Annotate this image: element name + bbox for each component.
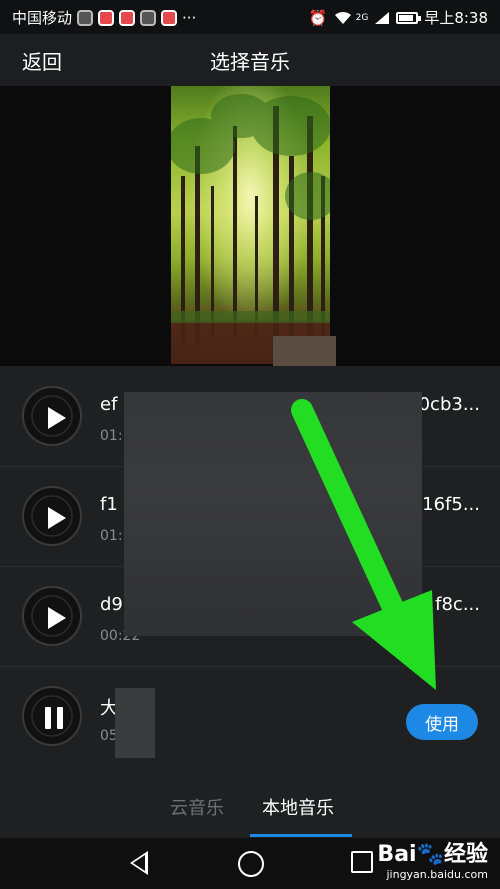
paw-icon: 🐾 (416, 842, 444, 867)
nav-recents-icon[interactable] (351, 851, 373, 873)
tab-cloud-music[interactable]: 云音乐 (170, 794, 224, 820)
app-icon (161, 9, 178, 26)
status-left: 中国移动 ··· (12, 7, 196, 28)
header: 返回 选择音乐 (0, 34, 500, 86)
active-tab-indicator (250, 834, 352, 837)
status-bar: 中国移动 ··· ⏰ 2G 早上8:38 (0, 0, 500, 34)
overlay-thumbnail (273, 336, 336, 366)
use-button[interactable]: 使用 (406, 704, 478, 740)
tab-bar: 云音乐 本地音乐 (0, 766, 500, 838)
pause-icon (43, 707, 65, 729)
song-title: f1 (100, 494, 118, 515)
song-duration: 01: (100, 528, 123, 544)
signal-icon (375, 11, 390, 24)
play-button[interactable] (22, 486, 82, 546)
play-button[interactable] (22, 586, 82, 646)
song-title-suffix: 0cb3... (418, 394, 480, 415)
forest-preview-image (171, 86, 330, 364)
network-badge: 2G (355, 12, 369, 23)
nav-home-icon[interactable] (238, 851, 264, 877)
nav-back-icon[interactable] (128, 851, 148, 875)
watermark-brand-cn: 经验 (443, 842, 488, 867)
play-icon (48, 507, 66, 529)
system-navigation-bar: Bai🐾经验 jingyan.baidu.com (0, 838, 500, 889)
video-preview (0, 86, 500, 366)
watermark-brand: Bai (377, 842, 417, 867)
battery-icon (396, 11, 422, 24)
song-title-suffix: 16f5... (422, 494, 480, 515)
more-icon: ··· (182, 8, 197, 27)
blurred-overlay (124, 392, 422, 636)
wifi-icon (334, 11, 351, 24)
pause-button[interactable] (22, 686, 82, 746)
baidu-watermark: Bai🐾经验 jingyan.baidu.com (377, 836, 488, 881)
song-title: d9 (100, 594, 123, 615)
notification-icon (77, 9, 94, 26)
status-time: 早上8:38 (424, 9, 488, 27)
song-title: ef (100, 394, 118, 415)
play-icon (48, 607, 66, 629)
play-button[interactable] (22, 386, 82, 446)
app-icon (98, 9, 115, 26)
blurred-overlay (115, 688, 155, 758)
song-duration: 01: (100, 428, 123, 444)
status-right: ⏰ 2G 早上8:38 (309, 7, 488, 28)
page-title: 选择音乐 (210, 49, 290, 74)
alarm-icon: ⏰ (308, 8, 328, 27)
tab-local-music[interactable]: 本地音乐 (262, 794, 334, 820)
carrier-label: 中国移动 (12, 9, 73, 27)
song-title-suffix: f8c... (435, 594, 480, 615)
watermark-url: jingyan.baidu.com (386, 868, 488, 881)
app-icon (119, 9, 136, 26)
back-button[interactable]: 返回 (22, 46, 62, 75)
chat-icon (140, 9, 157, 26)
play-icon (48, 407, 66, 429)
